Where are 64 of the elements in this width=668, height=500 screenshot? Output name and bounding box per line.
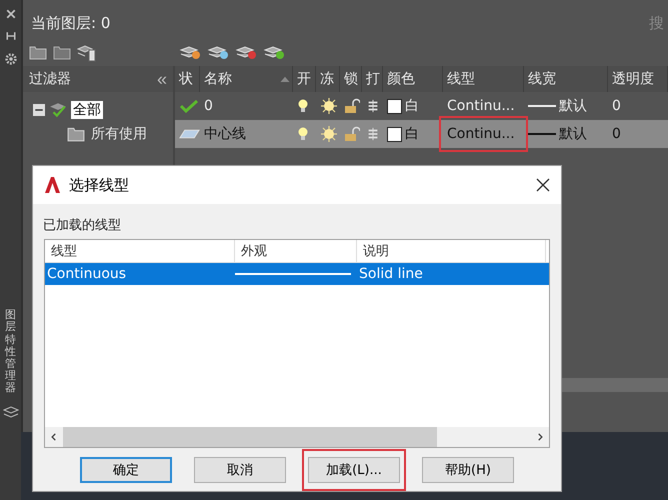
open-lock-icon[interactable] <box>344 98 360 114</box>
transparency-value: 0 <box>611 125 622 144</box>
new-layer-icon[interactable] <box>179 44 201 62</box>
filters-heading: 过滤器 <box>29 70 71 88</box>
dialog-button[interactable]: 加载(L)... <box>308 457 400 483</box>
column-header[interactable]: 冻 <box>316 66 340 92</box>
collapse-button[interactable]: « <box>156 68 167 90</box>
column-header[interactable]: 说明 <box>357 240 546 262</box>
freeze-layer-icon[interactable] <box>207 44 229 62</box>
column-header[interactable]: 线型 <box>443 66 524 92</box>
close-button[interactable] <box>535 177 551 193</box>
column-header[interactable]: 透明度 <box>608 66 668 92</box>
lineweight-line-icon <box>528 105 556 107</box>
sun-icon[interactable] <box>320 125 338 143</box>
lineweight-value: 默认 <box>559 125 587 143</box>
column-header[interactable]: 打 <box>362 66 383 92</box>
folder-icon <box>67 125 85 143</box>
color-name: 白 <box>405 97 419 115</box>
layer-name: 中心线 <box>203 125 247 144</box>
dialog-title: 选择线型 <box>69 176 130 194</box>
horizontal-scrollbar[interactable] <box>45 427 549 447</box>
new-filter-icon[interactable] <box>29 44 47 60</box>
transparency-value: 0 <box>611 97 622 116</box>
lineweight-line-icon <box>528 133 556 135</box>
lineweight-value: 默认 <box>559 97 587 115</box>
open-lock-icon[interactable] <box>344 126 360 142</box>
sun-icon[interactable] <box>320 97 338 115</box>
column-header[interactable]: 线宽 <box>524 66 608 92</box>
column-header[interactable]: 颜色 <box>383 66 443 92</box>
close-icon <box>4 8 16 20</box>
linetype-row[interactable]: Continuous Solid line <box>45 263 549 285</box>
section-label: 已加载的线型 <box>42 217 122 235</box>
delete-layer-icon[interactable] <box>235 44 257 62</box>
set-current-icon[interactable] <box>263 44 285 62</box>
column-header[interactable]: 锁 <box>340 66 362 92</box>
dialog-button[interactable]: 帮助(H) <box>422 457 514 483</box>
column-header[interactable]: 名称 <box>200 66 293 92</box>
dialog-button[interactable]: 取消 <box>194 457 286 483</box>
app-logo-icon <box>43 176 61 194</box>
collapse-box-icon[interactable] <box>33 104 45 116</box>
column-header[interactable]: 线型 <box>45 240 235 262</box>
layer-name: 0 <box>203 97 214 116</box>
dialog-button[interactable]: 确定 <box>80 457 172 483</box>
linetype-description: Solid line <box>358 266 423 282</box>
color-swatch[interactable] <box>387 98 402 114</box>
settings-icon <box>4 52 18 66</box>
current-layer-label: 当前图层: 0 <box>31 14 110 34</box>
column-header[interactable]: 外观 <box>235 240 357 262</box>
layer-states-icon[interactable] <box>77 44 97 62</box>
linetype-name: Continuous <box>46 266 128 282</box>
panel-title: 图层特性管理器 <box>5 309 16 394</box>
linetype-cell[interactable]: Continu... <box>443 92 524 120</box>
layers-check-icon <box>49 101 67 119</box>
color-name: 白 <box>405 125 419 143</box>
lightbulb-icon[interactable] <box>297 98 309 114</box>
filter-tree-item[interactable]: 全部 <box>71 101 103 119</box>
color-swatch[interactable] <box>387 126 402 142</box>
folder-icon[interactable] <box>53 44 71 60</box>
column-header[interactable]: 状 <box>175 66 200 92</box>
layer-row[interactable]: 0 白 Continu... 默认 0 <box>175 92 668 120</box>
layers-icon <box>2 404 18 420</box>
filter-tree-item[interactable]: 所有使用 <box>89 125 149 143</box>
column-header[interactable]: 开 <box>293 66 316 92</box>
lightbulb-icon[interactable] <box>297 126 309 142</box>
